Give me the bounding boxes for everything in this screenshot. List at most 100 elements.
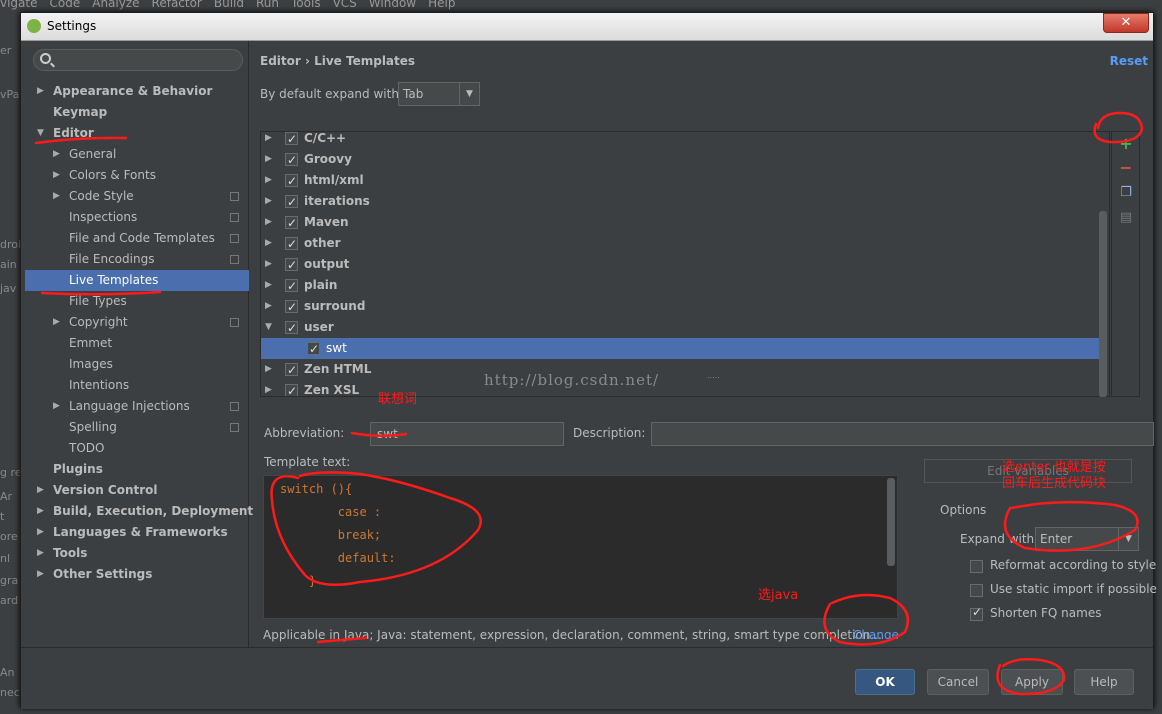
sidebar-item-tools[interactable]: ▶ Tools [25, 543, 249, 564]
template-checkbox[interactable] [307, 339, 320, 360]
chevron-right-icon[interactable]: ▶ [37, 543, 44, 564]
chevron-right-icon[interactable]: ▶ [265, 380, 272, 396]
sidebar-item-plugins[interactable]: Plugins [25, 459, 249, 480]
cancel-button[interactable]: Cancel [927, 669, 989, 695]
template-checkbox[interactable] [285, 150, 298, 171]
template-group[interactable]: ▶ surround [261, 296, 1099, 318]
ide-menu-item[interactable]: Build [214, 0, 244, 10]
chevron-right-icon[interactable]: ▶ [265, 296, 272, 317]
add-icon[interactable]: + [1118, 136, 1134, 152]
template-item[interactable]: swt [261, 338, 1099, 360]
chevron-right-icon[interactable]: ▶ [37, 522, 44, 543]
ide-menu-item[interactable]: Help [428, 0, 455, 10]
ide-menu-item[interactable]: Analyze [92, 0, 139, 10]
template-checkbox[interactable] [285, 381, 298, 396]
chevron-right-icon[interactable]: ▶ [265, 191, 272, 212]
ide-menu-item[interactable]: VCS [333, 0, 357, 10]
template-checkbox[interactable] [285, 132, 298, 150]
sidebar-item-inspections[interactable]: Inspections [25, 207, 249, 228]
help-button[interactable]: Help [1074, 669, 1134, 695]
close-button[interactable]: ✕ [1103, 13, 1149, 33]
chevron-right-icon[interactable]: ▶ [37, 81, 44, 102]
chevron-right-icon[interactable]: ▶ [53, 186, 60, 207]
sidebar-item-language-injections[interactable]: ▶ Language Injections [25, 396, 249, 417]
remove-icon[interactable]: − [1118, 160, 1134, 176]
sidebar-item-build-execution-deployment[interactable]: ▶ Build, Execution, Deployment [25, 501, 253, 522]
chevron-right-icon[interactable]: ▶ [53, 144, 60, 165]
chevron-down-icon[interactable]: ▼ [265, 317, 272, 338]
template-checkbox[interactable] [285, 276, 298, 297]
chevron-right-icon[interactable]: ▶ [265, 233, 272, 254]
editor-scrollbar[interactable] [887, 478, 895, 566]
chevron-right-icon[interactable]: ▶ [265, 170, 272, 191]
template-checkbox[interactable] [285, 360, 298, 381]
sidebar-item-version-control[interactable]: ▶ Version Control [25, 480, 249, 501]
apply-button[interactable]: Apply [1001, 669, 1063, 695]
expand-with-select[interactable]: Enter ▼ [1035, 527, 1139, 551]
sidebar-item-languages-frameworks[interactable]: ▶ Languages & Frameworks [25, 522, 249, 543]
sidebar-item-intentions[interactable]: Intentions [25, 375, 249, 396]
sidebar-item-images[interactable]: Images [25, 354, 249, 375]
sidebar-item-todo[interactable]: TODO [25, 438, 249, 459]
ide-menu-item[interactable]: Tools [291, 0, 321, 10]
default-expand-select[interactable]: Tab ▼ [398, 82, 480, 106]
chevron-down-icon[interactable]: ▼ [37, 123, 44, 144]
template-group[interactable]: ▶ other [261, 233, 1099, 255]
template-checkbox[interactable] [285, 318, 298, 339]
sidebar-item-editor[interactable]: ▼ Editor [25, 123, 249, 144]
ide-menu-item[interactable]: Refactor [152, 0, 202, 10]
sidebar-item-appearance-behavior[interactable]: ▶ Appearance & Behavior [25, 81, 249, 102]
chevron-right-icon[interactable]: ▶ [265, 254, 272, 275]
abbreviation-field[interactable]: swt [370, 422, 564, 446]
chevron-right-icon[interactable]: ▶ [53, 312, 60, 333]
template-checkbox[interactable] [285, 297, 298, 318]
template-group[interactable]: ▶ output [261, 254, 1099, 276]
chevron-right-icon[interactable]: ▶ [265, 212, 272, 233]
reset-link[interactable]: Reset [1110, 54, 1148, 68]
ide-menu-item[interactable]: Code [50, 0, 81, 10]
template-group-icon[interactable]: ▤ [1118, 210, 1134, 226]
template-group[interactable]: ▶ iterations [261, 191, 1099, 213]
ide-menu-item[interactable]: Run [256, 0, 279, 10]
splitter-handle[interactable]: ..... [707, 371, 720, 380]
template-group[interactable]: ▶ plain [261, 275, 1099, 297]
chevron-right-icon[interactable]: ▶ [53, 165, 60, 186]
sidebar-item-other-settings[interactable]: ▶ Other Settings [25, 564, 249, 585]
chevron-right-icon[interactable]: ▶ [265, 359, 272, 380]
static-import-checkbox[interactable] [970, 584, 983, 597]
chevron-right-icon[interactable]: ▶ [265, 149, 272, 170]
sidebar-item-colors-fonts[interactable]: ▶ Colors & Fonts [25, 165, 249, 186]
scrollbar-thumb[interactable] [1099, 211, 1107, 397]
copy-icon[interactable]: ❐ [1118, 185, 1134, 201]
chevron-right-icon[interactable]: ▶ [265, 132, 272, 149]
description-field[interactable] [651, 422, 1154, 446]
shorten-fq-checkbox[interactable] [970, 605, 983, 621]
sidebar-item-emmet[interactable]: Emmet [25, 333, 249, 354]
ide-menu-item[interactable]: vigate [0, 0, 38, 10]
sidebar-item-live-templates[interactable]: Live Templates [25, 270, 249, 291]
search-input[interactable] [33, 49, 243, 71]
chevron-right-icon[interactable]: ▶ [53, 396, 60, 417]
sidebar-item-code-style[interactable]: ▶ Code Style [25, 186, 249, 207]
template-checkbox[interactable] [285, 192, 298, 213]
sidebar-item-file-and-code-templates[interactable]: File and Code Templates [25, 228, 249, 249]
sidebar-item-file-encodings[interactable]: File Encodings [25, 249, 249, 270]
template-group[interactable]: ▶ Maven [261, 212, 1099, 234]
sidebar-item-keymap[interactable]: Keymap [25, 102, 249, 123]
chevron-right-icon[interactable]: ▶ [37, 480, 44, 501]
template-group[interactable]: ▼ user [261, 317, 1099, 339]
ok-button[interactable]: OK [855, 669, 915, 695]
reformat-checkbox[interactable] [970, 560, 983, 573]
sidebar-item-spelling[interactable]: Spelling [25, 417, 249, 438]
template-checkbox[interactable] [285, 213, 298, 234]
template-checkbox[interactable] [285, 171, 298, 192]
chevron-right-icon[interactable]: ▶ [37, 564, 44, 585]
sidebar-item-copyright[interactable]: ▶ Copyright [25, 312, 249, 333]
change-context-link[interactable]: Change [853, 628, 899, 642]
sidebar-item-file-types[interactable]: File Types [25, 291, 249, 312]
template-checkbox[interactable] [285, 234, 298, 255]
template-list-scrollbar[interactable] [1099, 133, 1107, 397]
sidebar-item-general[interactable]: ▶ General [25, 144, 249, 165]
template-editor[interactable]: switch (){ case : break; default: } [263, 475, 898, 619]
chevron-right-icon[interactable]: ▶ [265, 275, 272, 296]
